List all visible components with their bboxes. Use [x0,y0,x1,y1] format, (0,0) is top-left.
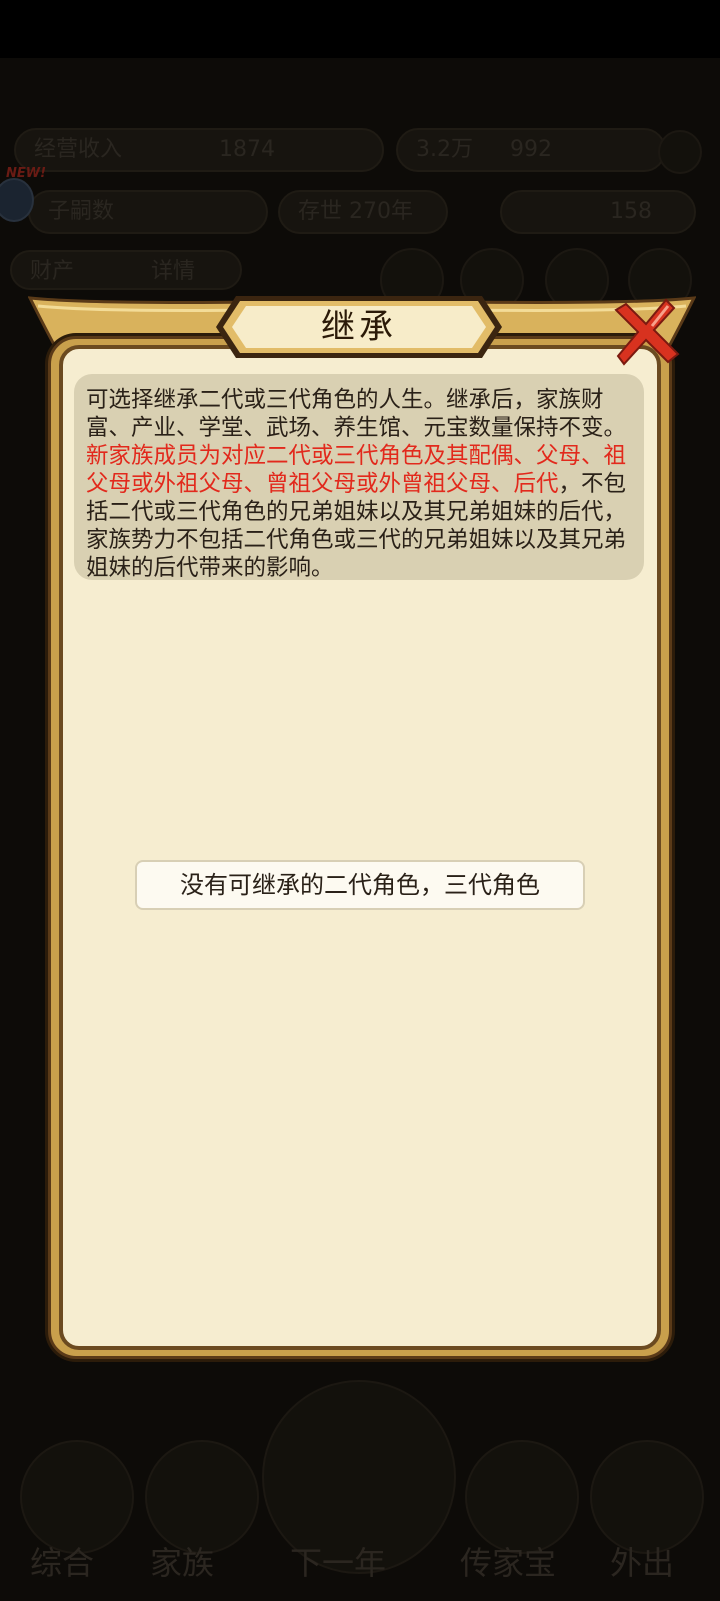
children-stat: 子嗣数 [28,190,268,234]
rules-text-normal: 可选择继承二代或三代角色的人生。继承后，家族财富、产业、学堂、武场、养生馆、元宝… [86,387,627,441]
avatar-icon [0,178,34,222]
nav-button-bg [465,1440,579,1554]
money-value: 3.2万 [416,137,473,162]
inherit-rules-text: 可选择继承二代或三代角色的人生。继承后，家族财富、产业、学堂、武场、养生馆、元宝… [74,374,644,581]
nav-label-family: 家族 [150,1544,215,1582]
nav-button-bg [145,1440,259,1554]
nav-button-bg [590,1440,704,1554]
tab-assets: 财产 [30,259,75,284]
background-tab-bar: 财产 详情 [10,250,242,290]
close-icon[interactable] [612,296,684,368]
currency-stat: 3.2万 992 [396,128,666,172]
children-label: 子嗣数 [48,199,115,224]
status-bar [0,0,720,58]
nav-label-heirloom: 传家宝 [460,1544,557,1582]
years-label: 存世 270年 [298,199,413,224]
years-stat: 存世 270年 [278,190,448,234]
nav-label-next-year: 下一年 [290,1544,387,1582]
new-badge: NEW! [0,166,46,222]
resource-value: 158 [610,199,652,224]
gems-value: 992 [510,137,552,162]
income-stat: 经营收入 1874 [14,128,384,172]
empty-heir-notice: 没有可继承的二代角色，三代角色 [135,860,585,910]
resource-stat: 158 [500,190,696,234]
dialog-title: 继承 [321,307,397,347]
income-label: 经营收入 [34,137,123,162]
income-value: 1874 [219,137,276,162]
tab-details: 详情 [151,259,196,284]
nav-label-outing: 外出 [610,1544,675,1582]
nav-label-overview: 综合 [30,1544,95,1582]
help-icon [658,130,702,174]
nav-button-bg [20,1440,134,1554]
new-badge-label: NEW! [6,166,47,181]
rules-text-highlight: 新家族成员为对应二代或三代角色及其配偶、父母、祖父母或外祖父母、曾祖父母或外曾祖… [86,443,627,497]
